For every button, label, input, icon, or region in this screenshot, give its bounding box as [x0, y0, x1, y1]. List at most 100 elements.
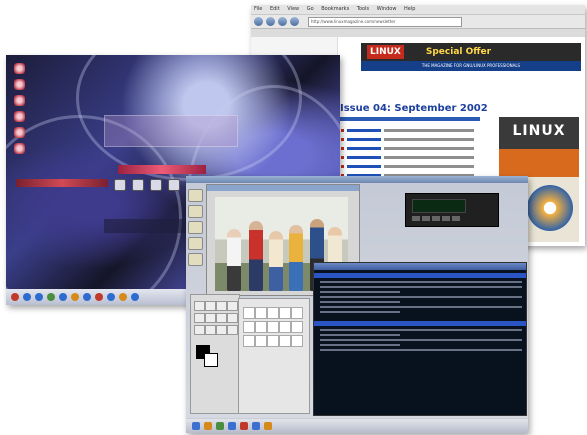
list-item[interactable] [341, 154, 493, 161]
clone-tool-icon[interactable] [227, 325, 238, 335]
brush-swatch[interactable] [291, 321, 303, 333]
media-player[interactable] [405, 193, 499, 227]
brush-swatch[interactable] [267, 307, 279, 319]
terminal-header-row [314, 273, 526, 278]
play-icon[interactable] [422, 216, 430, 221]
brush-swatch[interactable] [267, 321, 279, 333]
taskbar-icon[interactable] [71, 293, 79, 301]
list-item[interactable] [341, 145, 493, 152]
translucent-window[interactable] [104, 115, 238, 147]
brush-swatch[interactable] [255, 321, 267, 333]
start-menu-icon[interactable] [11, 293, 19, 301]
fill-tool-icon[interactable] [227, 313, 238, 323]
previous-icon[interactable] [412, 216, 420, 221]
brush-swatch[interactable] [267, 335, 279, 347]
person-figure [227, 229, 241, 291]
folder-icon[interactable] [188, 237, 203, 250]
brush-swatch[interactable] [279, 321, 291, 333]
app-icon[interactable] [150, 179, 162, 191]
taskbar-icon[interactable] [119, 293, 127, 301]
taskbar-icon[interactable] [95, 293, 103, 301]
app-icon[interactable] [132, 179, 144, 191]
brush-swatch[interactable] [291, 307, 303, 319]
menu-tools[interactable]: Tools [357, 6, 369, 12]
brush-swatch[interactable] [291, 335, 303, 347]
panel-icon[interactable] [216, 422, 224, 430]
folder-icon[interactable] [188, 253, 203, 266]
stop-icon[interactable] [442, 216, 450, 221]
offer-banner[interactable]: LINUX Special Offer [361, 43, 581, 61]
panel-icon[interactable] [228, 422, 236, 430]
taskbar-icon[interactable] [131, 293, 139, 301]
brush-tool-icon[interactable] [205, 325, 216, 335]
sub-banner: THE MAGAZINE FOR GNU/LINUX PROFESSIONALS [361, 61, 581, 71]
taskbar-icon[interactable] [83, 293, 91, 301]
desktop-logo [118, 165, 206, 174]
lasso-tool-icon[interactable] [216, 301, 227, 311]
ellipse-tool-icon[interactable] [205, 301, 216, 311]
move-tool-icon[interactable] [194, 313, 205, 323]
terminal-titlebar[interactable] [314, 263, 526, 270]
menu-bookmarks[interactable]: Bookmarks [321, 6, 349, 12]
next-icon[interactable] [452, 216, 460, 221]
background-color[interactable] [204, 353, 218, 367]
desktop-icon[interactable] [14, 63, 25, 74]
pause-icon[interactable] [432, 216, 440, 221]
brush-swatch[interactable] [243, 307, 255, 319]
url-field[interactable]: http://www.linuxmagazine.com/newsletter [308, 16, 462, 27]
terminal-line [320, 281, 522, 283]
taskbar-icon[interactable] [107, 293, 115, 301]
person-figure [249, 221, 263, 291]
brush-swatch[interactable] [255, 335, 267, 347]
taskbar-icon[interactable] [23, 293, 31, 301]
brush-swatch[interactable] [243, 321, 255, 333]
magazine-title: LINUX [512, 123, 566, 139]
app-icon[interactable] [114, 179, 126, 191]
list-item[interactable] [341, 127, 493, 134]
brush-swatch[interactable] [255, 307, 267, 319]
pencil-tool-icon[interactable] [194, 325, 205, 335]
panel-icon[interactable] [264, 422, 272, 430]
person-figure [289, 225, 303, 291]
panel-icon[interactable] [252, 422, 260, 430]
taskbar-icon[interactable] [35, 293, 43, 301]
app-icon[interactable] [168, 179, 180, 191]
desktop-icon[interactable] [14, 79, 25, 90]
text-tool-icon[interactable] [216, 313, 227, 323]
panel-icon[interactable] [204, 422, 212, 430]
wand-tool-icon[interactable] [227, 301, 238, 311]
forward-icon[interactable] [266, 17, 275, 26]
menu-go[interactable]: Go [307, 6, 314, 12]
eraser-tool-icon[interactable] [216, 325, 227, 335]
terminal-line [320, 291, 400, 293]
list-item[interactable] [341, 163, 493, 170]
menu-edit[interactable]: Edit [270, 6, 280, 12]
desktop-icon[interactable] [14, 127, 25, 138]
menu-file[interactable]: File [254, 6, 262, 12]
terminal-window[interactable] [313, 262, 527, 416]
brush-swatch[interactable] [279, 335, 291, 347]
desktop-icon[interactable] [14, 95, 25, 106]
back-icon[interactable] [254, 17, 263, 26]
taskbar-icon[interactable] [47, 293, 55, 301]
panel-icon[interactable] [240, 422, 248, 430]
menu-view[interactable]: View [287, 6, 299, 12]
select-tool-icon[interactable] [194, 301, 205, 311]
image-window-titlebar[interactable] [207, 185, 359, 191]
stop-icon[interactable] [290, 17, 299, 26]
folder-icon[interactable] [188, 221, 203, 234]
taskbar-icon[interactable] [59, 293, 67, 301]
list-item[interactable] [341, 136, 493, 143]
desktop-icon[interactable] [14, 143, 25, 154]
player-controls [412, 216, 460, 221]
crop-tool-icon[interactable] [205, 313, 216, 323]
panel-icon[interactable] [192, 422, 200, 430]
brush-swatch[interactable] [243, 335, 255, 347]
menu-help[interactable]: Help [404, 6, 415, 12]
desktop-icon[interactable] [14, 111, 25, 122]
folder-icon[interactable] [188, 189, 203, 202]
folder-icon[interactable] [188, 205, 203, 218]
brush-swatch[interactable] [279, 307, 291, 319]
menu-window[interactable]: Window [377, 6, 397, 12]
reload-icon[interactable] [278, 17, 287, 26]
